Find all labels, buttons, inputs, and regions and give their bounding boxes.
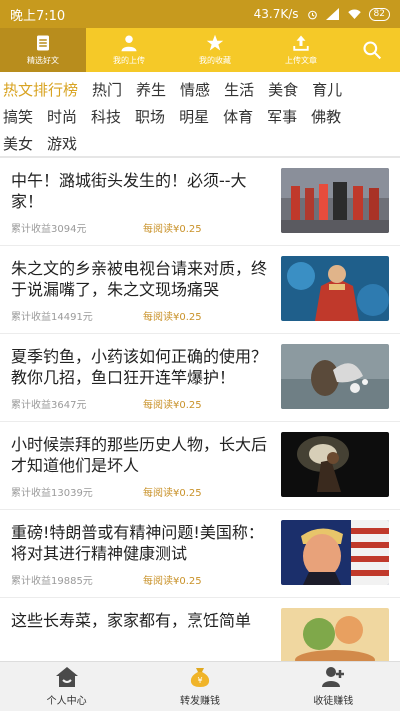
- article-item[interactable]: 这些长寿菜，家家都有，烹饪简单: [0, 598, 400, 661]
- category-celebrity[interactable]: 明星: [179, 106, 209, 127]
- category-tech[interactable]: 科技: [91, 106, 121, 127]
- category-bar: 热文排行榜 热门 养生 情感 生活 美食 育儿 搞笑 时尚 科技 职场 明星 体…: [0, 72, 400, 158]
- article-reward: 每阅读¥0.25: [143, 488, 202, 499]
- article-item[interactable]: 重磅!特朗普或有精神问题!美国称：将对其进行精神健康测试 累计收益19885元 …: [0, 510, 400, 598]
- add-user-icon: [322, 667, 345, 687]
- tab-label: 精选好文: [27, 56, 59, 65]
- article-thumbnail: [281, 432, 389, 497]
- article-reward: 每阅读¥0.25: [143, 576, 202, 587]
- article-title: 中午！潞城街头发生的！必须--大家！: [11, 171, 247, 211]
- network-speed: 43.7K/s: [253, 7, 299, 21]
- bottom-tab-label: 个人中心: [46, 696, 87, 707]
- category-fashion[interactable]: 时尚: [47, 106, 77, 127]
- article-earnings: 累计收益3094元: [11, 224, 87, 235]
- category-career[interactable]: 职场: [135, 106, 165, 127]
- category-hot-ranking[interactable]: 热文排行榜: [3, 79, 78, 100]
- article-thumbnail: [281, 344, 389, 409]
- category-beauty[interactable]: 美女: [3, 133, 33, 154]
- article-thumbnail: [281, 168, 389, 233]
- wifi-icon: [347, 9, 361, 19]
- article-item[interactable]: 朱之文的乡亲被电视台请来对质，终于说漏嘴了，朱之文现场痛哭 累计收益14491元…: [0, 246, 400, 334]
- category-food[interactable]: 美食: [268, 79, 298, 100]
- tab-label: 我的收藏: [199, 56, 231, 65]
- bottom-tab-recruit-earn[interactable]: 收徒赚钱: [267, 662, 400, 711]
- article-reward: 每阅读¥0.25: [143, 312, 202, 323]
- article-earnings: 累计收益19885元: [11, 576, 93, 587]
- search-button[interactable]: [344, 28, 400, 72]
- bottom-tab-label: 转发赚钱: [179, 696, 220, 707]
- article-item[interactable]: 夏季钓鱼，小药该如何正确的使用？教你几招，鱼口狂开连竿爆护！ 累计收益3647元…: [0, 334, 400, 422]
- tab-upload-article[interactable]: 上传文章: [258, 28, 344, 72]
- article-reward: 每阅读¥0.25: [143, 224, 202, 235]
- svg-text:¥: ¥: [197, 676, 202, 685]
- bottom-tab-label: 收徒赚钱: [313, 696, 354, 707]
- alarm-icon: [307, 10, 317, 19]
- article-thumbnail: [281, 520, 389, 585]
- article-feed: 中午！潞城街头发生的！必须--大家！ 累计收益3094元 每阅读¥0.25 朱之…: [0, 158, 400, 661]
- article-reward: 每阅读¥0.25: [143, 400, 202, 411]
- tab-my-uploads[interactable]: 我的上传: [86, 28, 172, 72]
- bottom-tab-share-earn[interactable]: ¥ 转发赚钱: [133, 662, 266, 711]
- category-games[interactable]: 游戏: [47, 133, 77, 154]
- category-buddhism[interactable]: 佛教: [311, 106, 341, 127]
- document-icon: [37, 35, 49, 51]
- article-item[interactable]: 小时候崇拜的那些历史人物，长大后才知道他们是坏人 累计收益13039元 每阅读¥…: [0, 422, 400, 510]
- tab-label: 上传文章: [285, 56, 317, 65]
- upload-icon: [293, 35, 309, 51]
- battery-indicator: 82: [368, 7, 390, 21]
- search-icon: [363, 41, 382, 60]
- article-title: 这些长寿菜，家家都有，烹饪简单: [11, 611, 252, 630]
- tab-label: 我的上传: [113, 56, 145, 65]
- bottom-tab-personal-center[interactable]: 个人中心: [0, 662, 133, 711]
- article-item[interactable]: 中午！潞城街头发生的！必须--大家！ 累计收益3094元 每阅读¥0.25: [0, 158, 400, 246]
- article-thumbnail: [281, 608, 389, 661]
- home-icon: [55, 667, 78, 687]
- category-military[interactable]: 军事: [267, 106, 297, 127]
- bottom-nav: 个人中心 ¥ 转发赚钱 收徒赚钱: [0, 661, 400, 711]
- article-title: 小时候崇拜的那些历史人物，长大后才知道他们是坏人: [11, 435, 268, 475]
- article-title: 朱之文的乡亲被电视台请来对质，终于说漏嘴了，朱之文现场痛哭: [11, 259, 268, 299]
- category-row: 热文排行榜 热门 养生 情感 生活 美食 育儿: [3, 76, 400, 103]
- article-earnings: 累计收益13039元: [11, 488, 93, 499]
- money-bag-icon: ¥: [190, 668, 210, 687]
- status-time: 晚上7:10: [10, 8, 66, 24]
- article-title: 重磅!特朗普或有精神问题!美国称：将对其进行精神健康测试: [11, 523, 264, 563]
- tab-my-favorites[interactable]: 我的收藏: [172, 28, 258, 72]
- top-nav: 精选好文 我的上传 我的收藏 上传文章: [0, 28, 400, 72]
- category-health[interactable]: 养生: [136, 79, 166, 100]
- status-bar: 晚上7:10 43.7K/s 82: [0, 0, 400, 28]
- category-emotion[interactable]: 情感: [180, 79, 210, 100]
- article-title: 夏季钓鱼，小药该如何正确的使用？教你几招，鱼口狂开连竿爆护！: [11, 347, 268, 387]
- category-row: 搞笑 时尚 科技 职场 明星 体育 军事 佛教: [3, 103, 400, 130]
- signal-icon: [325, 8, 339, 20]
- article-earnings: 累计收益3647元: [11, 400, 87, 411]
- article-earnings: 累计收益14491元: [11, 312, 93, 323]
- category-life[interactable]: 生活: [224, 79, 254, 100]
- category-parenting[interactable]: 育儿: [312, 79, 342, 100]
- category-row: 美女 游戏: [3, 130, 400, 157]
- category-sports[interactable]: 体育: [223, 106, 253, 127]
- user-icon: [121, 35, 137, 52]
- tab-featured-articles[interactable]: 精选好文: [0, 28, 86, 72]
- star-icon: [206, 34, 224, 51]
- category-funny[interactable]: 搞笑: [3, 106, 33, 127]
- article-thumbnail: [281, 256, 389, 321]
- category-popular[interactable]: 热门: [92, 79, 122, 100]
